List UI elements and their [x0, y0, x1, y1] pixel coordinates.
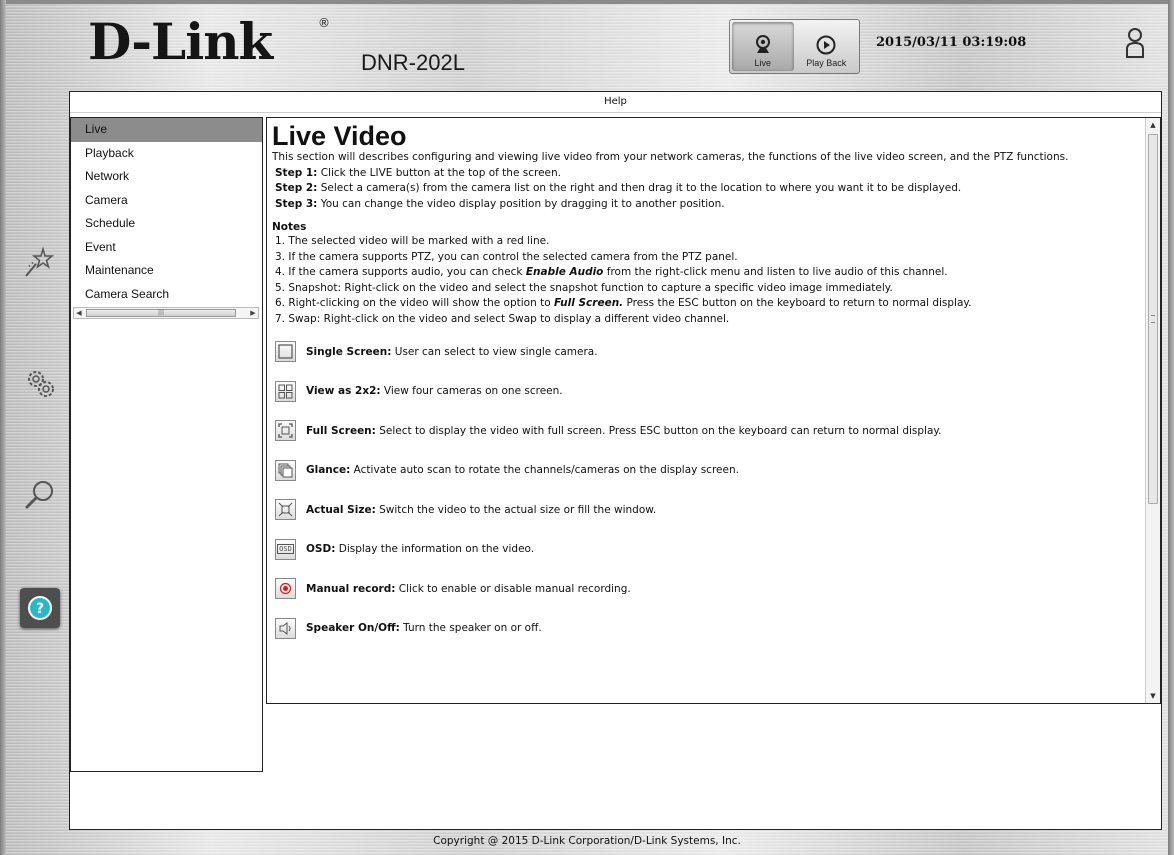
- feature-label: OSD:: [306, 543, 336, 556]
- help-window-title: Help: [70, 92, 1161, 113]
- webcam-icon: [755, 35, 770, 53]
- feature-osd: OSD OSD: Display the information on the …: [272, 530, 1142, 570]
- feature-view-2x2: View as 2x2: View four cameras on one sc…: [272, 372, 1142, 412]
- wizard-icon[interactable]: [20, 243, 60, 283]
- nav-item-event[interactable]: Event: [71, 236, 262, 260]
- step-label: Step 3:: [275, 197, 318, 210]
- grid-2x2-icon: [275, 380, 296, 402]
- help-window: Help Live Playback Network Camera Schedu…: [69, 91, 1162, 830]
- feature-desc: Turn the speaker on or off.: [399, 622, 542, 635]
- single-screen-icon: [275, 341, 296, 363]
- nav-scroll-thumb[interactable]: |||: [86, 309, 236, 317]
- note-text: 4. If the camera supports audio, you can…: [275, 266, 526, 278]
- window-left-edge: [0, 0, 6, 855]
- note-6: 6. Right-clicking on the video will show…: [272, 296, 1142, 312]
- glance-icon: [275, 459, 296, 481]
- help-icon[interactable]: ?: [20, 588, 60, 628]
- actual-size-icon: [275, 499, 296, 521]
- note-4: 4. If the camera supports audio, you can…: [272, 265, 1142, 281]
- nav-item-camera-search[interactable]: Camera Search: [71, 283, 262, 307]
- window-top-edge: [0, 0, 1174, 4]
- feature-desc: Activate auto scan to rotate the channel…: [350, 464, 739, 477]
- nav-horizontal-scrollbar[interactable]: ◀ ||| ▶: [73, 307, 259, 319]
- content-vertical-scrollbar[interactable]: ▲ ▼: [1145, 118, 1160, 703]
- playback-mode-label: Play Back: [806, 58, 847, 68]
- nav-item-schedule[interactable]: Schedule: [71, 212, 262, 236]
- scroll-up-icon[interactable]: ▲: [1146, 118, 1160, 132]
- feature-desc: Switch the video to the actual size or f…: [375, 503, 657, 516]
- feature-desc: Display the information on the video.: [335, 543, 535, 556]
- note-emphasis: Enable Audio: [525, 266, 604, 278]
- feature-desc: User can select to view single camera.: [391, 345, 598, 358]
- feature-glance: Glance: Activate auto scan to rotate the…: [272, 451, 1142, 491]
- nav-item-playback[interactable]: Playback: [71, 142, 262, 166]
- osd-icon-text: OSD: [277, 544, 294, 555]
- copyright-footer: Copyright @ 2015 D-Link Corporation/D-Li…: [433, 835, 741, 847]
- step-2: Step 2: Select a camera(s) from the came…: [272, 181, 1142, 197]
- scroll-right-icon[interactable]: ▶: [248, 308, 258, 318]
- step-text: Select a camera(s) from the camera list …: [317, 182, 962, 194]
- system-datetime: 2015/03/11 03:19:08: [876, 35, 1027, 50]
- help-nav: Live Playback Network Camera Schedule Ev…: [70, 117, 263, 772]
- play-circle-icon: [816, 35, 836, 55]
- page-title: Live Video: [272, 121, 407, 151]
- content-scroll-thumb[interactable]: [1148, 134, 1158, 504]
- feature-label: Single Screen:: [306, 345, 392, 358]
- step-label: Step 2:: [275, 182, 318, 194]
- feature-desc: Click to enable or disable manual record…: [395, 582, 631, 595]
- dlink-logo: D-Link: [88, 12, 273, 71]
- settings-icon[interactable]: [20, 363, 60, 403]
- feature-actual-size: Actual Size: Switch the video to the act…: [272, 490, 1142, 530]
- registered-mark: ®: [318, 16, 330, 30]
- nav-item-network[interactable]: Network: [71, 165, 262, 189]
- feature-label: Actual Size:: [306, 503, 376, 516]
- feature-desc: View four cameras on one screen.: [380, 385, 563, 398]
- help-content: Live Video This section will describes c…: [266, 117, 1161, 704]
- device-model: DNR-202L: [361, 50, 465, 75]
- feature-single-screen: Single Screen: User can select to view s…: [272, 332, 1142, 372]
- note-3: 3. If the camera supports PTZ, you can c…: [275, 250, 738, 263]
- feature-label: Full Screen:: [306, 424, 376, 437]
- intro-text: This section will describes configuring …: [272, 151, 1069, 163]
- fullscreen-icon: [275, 420, 296, 442]
- note-emphasis: Full Screen.: [553, 297, 624, 309]
- notes-heading: Notes: [272, 221, 307, 233]
- playback-mode-button[interactable]: Play Back: [796, 22, 858, 71]
- record-icon: [275, 578, 296, 600]
- user-account-icon[interactable]: [1125, 27, 1145, 64]
- osd-icon: OSD: [275, 538, 296, 560]
- scroll-down-icon[interactable]: ▼: [1146, 689, 1160, 703]
- step-1: Step 1: Click the LIVE button at the top…: [272, 166, 1142, 182]
- feature-label: Glance:: [306, 464, 351, 477]
- speaker-icon: [275, 617, 296, 639]
- search-icon[interactable]: [20, 475, 60, 515]
- note-text: from the right-click menu and listen to …: [603, 266, 948, 278]
- feature-manual-record: Manual record: Click to enable or disabl…: [272, 569, 1142, 609]
- nav-item-maintenance[interactable]: Maintenance: [71, 259, 262, 283]
- mode-switch: Live Play Back: [729, 19, 860, 74]
- nav-item-live[interactable]: Live: [71, 118, 262, 142]
- note-1: 1. The selected video will be marked wit…: [275, 235, 550, 247]
- live-mode-button[interactable]: Live: [732, 22, 794, 71]
- step-3: Step 3: You can change the video display…: [272, 197, 1142, 213]
- note-5: 5. Snapshot: Right-click on the video an…: [275, 281, 893, 294]
- step-label: Step 1:: [275, 166, 318, 179]
- note-text: 6. Right-clicking on the video will show…: [275, 297, 554, 309]
- live-mode-label: Live: [754, 58, 771, 68]
- window-right-edge: [1168, 0, 1174, 855]
- svg-text:?: ?: [36, 601, 44, 617]
- feature-label: View as 2x2:: [306, 385, 381, 398]
- feature-label: Manual record:: [306, 582, 396, 595]
- feature-desc: Select to display the video with full sc…: [375, 424, 942, 437]
- feature-label: Speaker On/Off:: [306, 622, 400, 635]
- note-text: Press the ESC button on the keyboard to …: [623, 297, 972, 309]
- step-text: You can change the video display positio…: [317, 197, 725, 210]
- feature-speaker: Speaker On/Off: Turn the speaker on or o…: [272, 609, 1142, 649]
- feature-full-screen: Full Screen: Select to display the video…: [272, 411, 1142, 451]
- step-text: Click the LIVE button at the top of the …: [317, 166, 561, 179]
- scroll-left-icon[interactable]: ◀: [74, 308, 84, 318]
- note-7: 7. Swap: Right-click on the video and se…: [275, 312, 730, 325]
- nav-item-camera[interactable]: Camera: [71, 189, 262, 213]
